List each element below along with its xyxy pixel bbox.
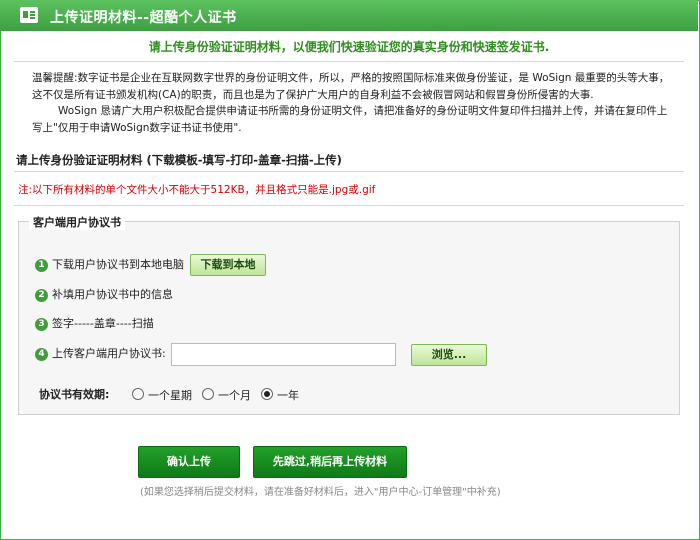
step-number-badge: 2 bbox=[35, 288, 48, 302]
validity-label: 协议书有效期: bbox=[39, 388, 110, 401]
step-label: 补填用户协议书中的信息 bbox=[52, 288, 173, 301]
radio-circle[interactable] bbox=[202, 388, 214, 400]
radio-one-year[interactable]: 一年 bbox=[261, 388, 299, 402]
title-bar: 上传证明材料--超酷个人证书 bbox=[0, 0, 698, 31]
step-2: 2 补填用户协议书中的信息 bbox=[35, 286, 173, 304]
download-button[interactable]: 下载到本地 bbox=[190, 254, 266, 276]
step-number-badge: 4 bbox=[35, 347, 48, 361]
radio-label: 一个星期 bbox=[148, 389, 192, 402]
reminder-paragraph-2: WoSign 恳请广大用户积极配合提供申请证书所需的身份证明文件，请把准备好的身… bbox=[32, 105, 668, 134]
agreement-panel-title: 客户端用户协议书 bbox=[29, 214, 125, 230]
radio-label: 一年 bbox=[277, 389, 299, 402]
radio-one-week[interactable]: 一个星期 bbox=[132, 388, 192, 402]
step-3: 3 签字-----盖章----扫描 bbox=[35, 315, 154, 333]
step-number-badge: 1 bbox=[35, 258, 48, 272]
step-label: 上传客户端用户协议书: bbox=[52, 347, 166, 360]
step-1: 1 下载用户协议书到本地电脑 bbox=[35, 256, 184, 274]
divider bbox=[14, 205, 684, 206]
agreement-file-input[interactable] bbox=[171, 343, 396, 366]
step-label: 下载用户协议书到本地电脑 bbox=[52, 258, 184, 271]
divider bbox=[14, 171, 684, 172]
footer-note: (如果您选择稍后提交材料，请在准备好材料后，进入"用户中心-订单管理"中补充) bbox=[140, 487, 501, 498]
step-4: 4 上传客户端用户协议书: bbox=[35, 345, 166, 363]
step-number-badge: 3 bbox=[35, 317, 48, 331]
radio-one-month[interactable]: 一个月 bbox=[202, 388, 251, 402]
browse-button[interactable]: 浏览... bbox=[411, 344, 487, 366]
reminder-paragraph-1: 温馨提醒:数字证书是企业在互联网数字世界的身份证明文件，所以，严格的按照国际标准… bbox=[32, 72, 670, 101]
radio-circle-selected[interactable] bbox=[261, 388, 273, 400]
divider bbox=[14, 61, 684, 62]
page-headline: 请上传身份验证证明材料，以便我们快速验证您的真实身份和快速签发证书. bbox=[148, 40, 550, 54]
radio-circle[interactable] bbox=[132, 388, 144, 400]
window-title: 上传证明材料--超酷个人证书 bbox=[50, 10, 237, 26]
radio-label: 一个月 bbox=[218, 389, 251, 402]
file-size-note: 注:以下所有材料的单个文件大小不能大于512KB，并且格式只能是.jpg或.gi… bbox=[18, 184, 376, 196]
step-label: 签字-----盖章----扫描 bbox=[52, 317, 154, 330]
confirm-upload-button[interactable]: 确认上传 bbox=[138, 446, 240, 478]
certificate-icon bbox=[20, 7, 38, 23]
section-title: 请上传身份验证证明材料 (下载模板-填写-打印-盖章-扫描-上传) bbox=[16, 153, 342, 167]
agreement-panel: 客户端用户协议书 1 下载用户协议书到本地电脑 下载到本地 2 补填用户协议书中的信… bbox=[18, 214, 680, 415]
reminder-text: 温馨提醒:数字证书是企业在互联网数字世界的身份证明文件，所以，严格的按照国际标准… bbox=[32, 70, 672, 136]
skip-upload-button[interactable]: 先跳过,稍后再上传材料 bbox=[253, 446, 407, 478]
